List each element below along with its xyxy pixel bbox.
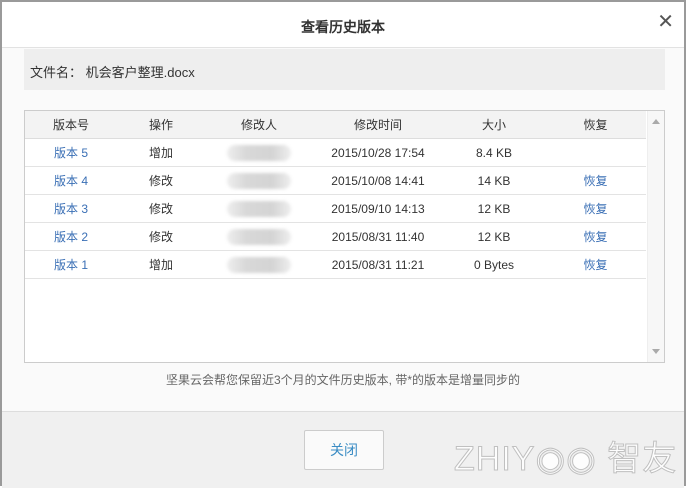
- dialog-footer: 关闭 ZHIY◉◉ 智友: [2, 411, 684, 488]
- version-link[interactable]: 版本 2: [25, 228, 117, 245]
- header-action: 操作: [148, 118, 173, 132]
- dialog-title: 查看历史版本: [301, 19, 385, 35]
- blurred-modifier: [227, 144, 291, 161]
- version-link[interactable]: 版本 5: [25, 144, 117, 161]
- modifier-cell: [205, 228, 313, 245]
- blurred-modifier: [227, 200, 291, 217]
- table-row: 版本 5 增加 2015/10/28 17:54 8.4 KB: [25, 139, 646, 167]
- modifier-cell: [205, 200, 313, 217]
- header-version: 版本号: [52, 118, 89, 132]
- watermark-logo: ZHIY◉◉ 智友: [453, 440, 678, 478]
- blurred-modifier: [227, 228, 291, 245]
- header-restore: 恢复: [583, 118, 608, 132]
- size-cell: 14 KB: [477, 173, 511, 188]
- header-time: 修改时间: [353, 118, 402, 132]
- blurred-modifier: [227, 172, 291, 189]
- modifier-cell: [205, 172, 313, 189]
- size-cell: 8.4 KB: [475, 145, 513, 160]
- version-link[interactable]: 版本 3: [25, 200, 117, 217]
- time-cell: 2015/08/31 11:40: [331, 229, 425, 244]
- action-cell: 修改: [148, 230, 173, 244]
- file-label: 文件名：: [30, 65, 83, 80]
- action-cell: 增加: [148, 258, 173, 272]
- scroll-down-icon[interactable]: [652, 349, 660, 354]
- file-name: 机会客户整理.docx: [85, 65, 195, 80]
- table-row: 版本 3 修改 2015/09/10 14:13 12 KB 恢复: [25, 195, 646, 223]
- close-icon[interactable]: ✕: [657, 12, 674, 32]
- table-row: 版本 4 修改 2015/10/08 14:41 14 KB 恢复: [25, 167, 646, 195]
- close-button[interactable]: 关闭: [304, 430, 384, 470]
- table-row: 版本 1 增加 2015/08/31 11:21 0 Bytes 恢复: [25, 251, 646, 279]
- file-name-bar: 文件名： 机会客户整理.docx: [24, 49, 665, 90]
- version-link[interactable]: 版本 4: [25, 172, 117, 189]
- header-modifier: 修改人: [240, 118, 277, 132]
- version-link[interactable]: 版本 1: [25, 256, 117, 273]
- blurred-modifier: [227, 256, 291, 273]
- size-cell: 12 KB: [477, 201, 511, 216]
- modifier-cell: [205, 256, 313, 273]
- history-dialog: 查看历史版本 ✕ 文件名： 机会客户整理.docx 版本号 操作 修改人 修改时…: [0, 0, 686, 488]
- restore-link[interactable]: 恢复: [545, 172, 646, 189]
- restore-link[interactable]: 恢复: [545, 256, 646, 273]
- table-header: 版本号 操作 修改人 修改时间 大小 恢复: [25, 111, 646, 139]
- restore-link[interactable]: 恢复: [545, 228, 646, 245]
- restore-link[interactable]: 恢复: [545, 200, 646, 217]
- time-cell: 2015/08/31 11:21: [331, 257, 425, 272]
- retention-note: 坚果云会帮您保留近3个月的文件历史版本, 带*的版本是增量同步的: [165, 373, 520, 387]
- action-cell: 增加: [148, 146, 173, 160]
- modifier-cell: [205, 144, 313, 161]
- action-cell: 修改: [148, 202, 173, 216]
- table-row: 版本 2 修改 2015/08/31 11:40 12 KB 恢复: [25, 223, 646, 251]
- versions-table: 版本号 操作 修改人 修改时间 大小 恢复 版本 5 增加 2015/10/28…: [24, 110, 665, 363]
- dialog-header: 查看历史版本 ✕: [2, 2, 684, 48]
- time-cell: 2015/10/28 17:54: [331, 145, 425, 160]
- size-cell: 0 Bytes: [473, 257, 515, 272]
- time-cell: 2015/10/08 14:41: [331, 173, 425, 188]
- scrollbar[interactable]: [647, 111, 664, 362]
- scroll-up-icon[interactable]: [652, 119, 660, 124]
- header-size: 大小: [481, 118, 506, 132]
- action-cell: 修改: [148, 174, 173, 188]
- size-cell: 12 KB: [477, 229, 511, 244]
- time-cell: 2015/09/10 14:13: [331, 201, 425, 216]
